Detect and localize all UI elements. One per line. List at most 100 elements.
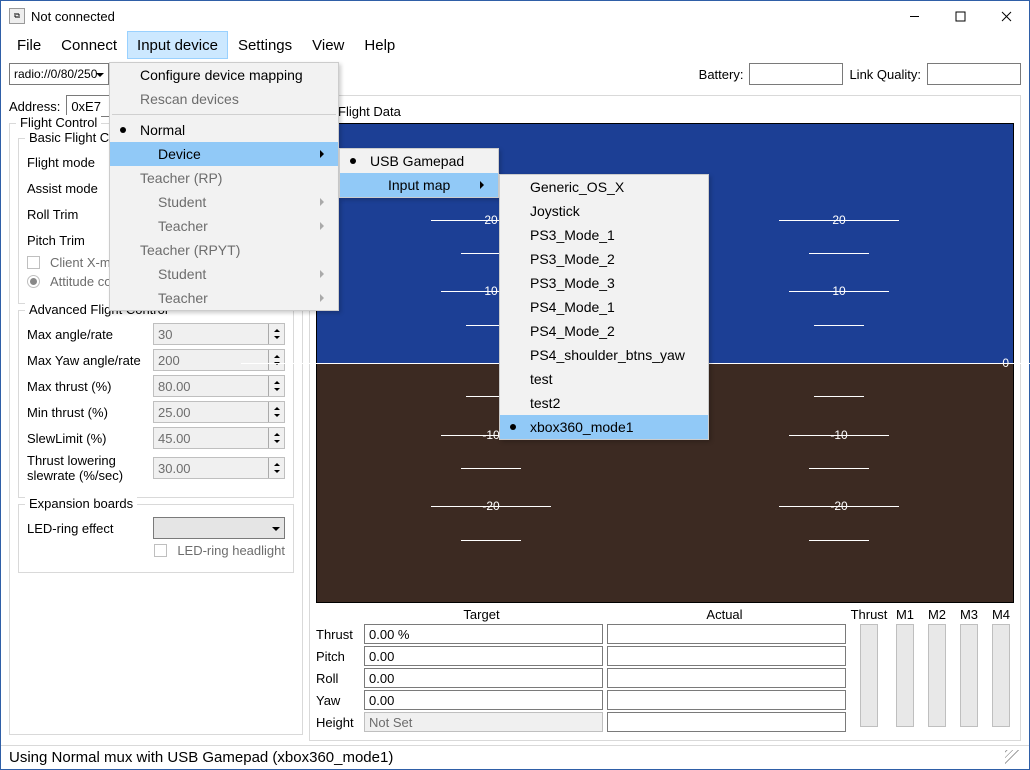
menu-input-map[interactable]: Input map	[340, 173, 498, 197]
motor-label: M2	[928, 607, 946, 622]
input-device-menu: Configure device mapping Rescan devices …	[109, 62, 339, 311]
motor-bar	[860, 624, 878, 727]
motor-bars: Thrust M1 M2 M3M4	[852, 607, 1014, 727]
inputmap-item[interactable]: PS3_Mode_3	[500, 271, 708, 295]
slew-limit-label: SlewLimit (%)	[27, 431, 147, 446]
inputmap-item[interactable]: test	[500, 367, 708, 391]
min-thrust-label: Min thrust (%)	[27, 405, 147, 420]
menu-configure-mapping[interactable]: Configure device mapping	[110, 63, 338, 87]
target-value: 0.00	[364, 668, 603, 688]
col-actual-header: Actual	[603, 607, 846, 622]
max-angle-label: Max angle/rate	[27, 327, 147, 342]
menu-student-1[interactable]: Student	[110, 190, 338, 214]
window-title: Not connected	[31, 9, 891, 24]
menu-teacher-rpyt[interactable]: Teacher (RPYT)	[110, 238, 338, 262]
menu-connect[interactable]: Connect	[51, 31, 127, 59]
menu-device[interactable]: Device	[110, 142, 338, 166]
menu-input-device[interactable]: Input device	[127, 31, 228, 59]
menu-teacher-2[interactable]: Teacher	[110, 286, 338, 310]
menu-normal[interactable]: Normal	[110, 118, 338, 142]
flight-control-title: Flight Control	[16, 115, 101, 130]
row-label: Thrust	[316, 627, 360, 642]
max-thrust-spin[interactable]: 80.00	[153, 375, 285, 397]
menu-usb-gamepad[interactable]: USB Gamepad	[340, 149, 498, 173]
motor-col: M4	[988, 607, 1014, 727]
inputmap-item[interactable]: xbox360_mode1	[500, 415, 708, 439]
battery-field	[749, 63, 843, 85]
row-label: Yaw	[316, 693, 360, 708]
address-label: Address:	[9, 99, 60, 114]
menu-student-2[interactable]: Student	[110, 262, 338, 286]
max-yaw-label: Max Yaw angle/rate	[27, 353, 147, 368]
resize-grip-icon[interactable]	[1005, 750, 1021, 766]
actual-value	[607, 668, 846, 688]
thrust-lowering-label: Thrust loweringslewrate (%/sec)	[27, 453, 147, 483]
motor-label: Thrust	[851, 607, 888, 622]
led-ring-combo[interactable]	[153, 517, 285, 539]
advanced-flight-group: Advanced Flight Control Max angle/rate30…	[18, 310, 294, 498]
menu-help[interactable]: Help	[354, 31, 405, 59]
menu-bar: File Connect Input device Settings View …	[1, 31, 1029, 59]
menu-teacher-rp[interactable]: Teacher (RP)	[110, 166, 338, 190]
inputmap-item[interactable]: test2	[500, 391, 708, 415]
target-row: Yaw 0.00	[316, 690, 846, 710]
motor-bar	[960, 624, 978, 727]
client-xmode-check[interactable]	[27, 256, 40, 269]
expansion-boards-group: Expansion boards LED-ring effect LED-rin…	[18, 504, 294, 573]
row-label: Pitch	[316, 649, 360, 664]
status-text: Using Normal mux with USB Gamepad (xbox3…	[9, 749, 393, 766]
max-angle-spin[interactable]: 30	[153, 323, 285, 345]
link-quality-field	[927, 63, 1021, 85]
address-combo[interactable]: radio://0/80/250	[9, 63, 109, 85]
actual-value	[607, 624, 846, 644]
title-bar: ⧉ Not connected	[1, 1, 1029, 31]
target-row: Thrust 0.00 %	[316, 624, 846, 644]
target-value: 0.00 %	[364, 624, 603, 644]
maximize-button[interactable]	[937, 1, 983, 31]
thrust-lowering-spin[interactable]: 30.00	[153, 457, 285, 479]
motor-col: Thrust	[852, 607, 886, 727]
menu-view[interactable]: View	[302, 31, 354, 59]
target-actual-panel: TargetActual Thrust0.00 %Pitch0.00Roll0.…	[316, 607, 1014, 734]
device-submenu: USB Gamepad Input map	[339, 148, 499, 198]
motor-bar	[896, 624, 914, 727]
menu-settings[interactable]: Settings	[228, 31, 302, 59]
motor-col: M3	[956, 607, 982, 727]
motor-col: M1	[892, 607, 918, 727]
inputmap-item[interactable]: PS4_shoulder_btns_yaw	[500, 343, 708, 367]
max-yaw-spin[interactable]: 200	[153, 349, 285, 371]
attitude-control-radio[interactable]	[27, 275, 40, 288]
close-button[interactable]	[983, 1, 1029, 31]
inputmap-item[interactable]: PS3_Mode_2	[500, 247, 708, 271]
link-quality-label: Link Quality:	[849, 67, 921, 82]
target-row: HeightNot Set	[316, 712, 846, 732]
target-row: Pitch 0.00	[316, 646, 846, 666]
led-headlight-check[interactable]	[154, 544, 167, 557]
app-window: ⧉ Not connected File Connect Input devic…	[0, 0, 1030, 770]
motor-bar	[992, 624, 1010, 727]
inputmap-item[interactable]: PS4_Mode_1	[500, 295, 708, 319]
status-bar: Using Normal mux with USB Gamepad (xbox3…	[1, 745, 1029, 769]
inputmap-item[interactable]: PS3_Mode_1	[500, 223, 708, 247]
actual-value	[607, 712, 846, 732]
inputmap-item[interactable]: PS4_Mode_2	[500, 319, 708, 343]
target-row: Roll0.00	[316, 668, 846, 688]
led-headlight-label: LED-ring headlight	[177, 543, 285, 558]
expansion-boards-title: Expansion boards	[25, 496, 137, 511]
menu-rescan-devices[interactable]: Rescan devices	[110, 87, 338, 111]
motor-bar	[928, 624, 946, 727]
input-map-submenu: Generic_OS_XJoystickPS3_Mode_1PS3_Mode_2…	[499, 174, 709, 440]
minimize-button[interactable]	[891, 1, 937, 31]
target-value: Not Set	[364, 712, 603, 732]
target-value: 0.00	[364, 690, 603, 710]
target-value: 0.00	[364, 646, 603, 666]
inputmap-item[interactable]: Joystick	[500, 199, 708, 223]
menu-teacher-1[interactable]: Teacher	[110, 214, 338, 238]
motor-label: M1	[896, 607, 914, 622]
led-ring-label: LED-ring effect	[27, 521, 147, 536]
inputmap-item[interactable]: Generic_OS_X	[500, 175, 708, 199]
slew-limit-spin[interactable]: 45.00	[153, 427, 285, 449]
min-thrust-spin[interactable]: 25.00	[153, 401, 285, 423]
menu-file[interactable]: File	[7, 31, 51, 59]
app-icon: ⧉	[9, 8, 25, 24]
